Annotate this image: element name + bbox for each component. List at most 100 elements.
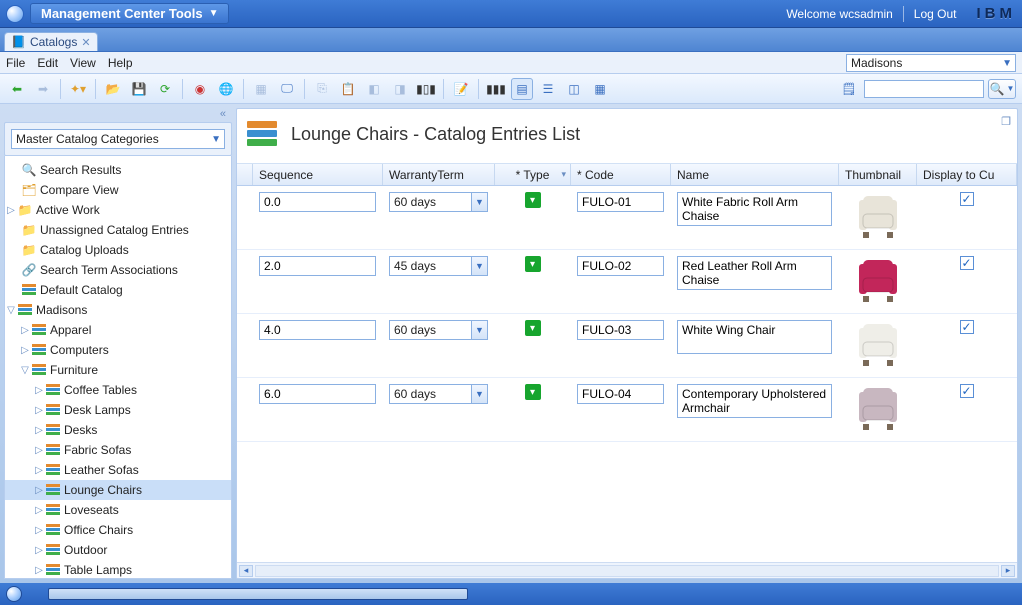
warranty-combo[interactable]: 60 days▼ bbox=[389, 192, 488, 212]
expand-icon[interactable]: ▷ bbox=[33, 445, 45, 456]
table-row[interactable]: 60 days▼▾White Wing Chair✓ bbox=[237, 314, 1017, 378]
barcode-tool-button[interactable]: ▮▯▮ bbox=[415, 78, 437, 100]
column-header-thumbnail[interactable]: Thumbnail bbox=[839, 164, 917, 185]
name-input[interactable]: Red Leather Roll Arm Chaise bbox=[677, 256, 832, 290]
collapse-icon[interactable]: ▽ bbox=[5, 305, 17, 316]
expand-icon[interactable]: ▷ bbox=[33, 385, 45, 396]
expand-icon[interactable]: ▷ bbox=[5, 205, 17, 216]
column-header-name[interactable]: Name bbox=[671, 164, 839, 185]
tree-node-active-work[interactable]: ▷ 📁 Active Work bbox=[5, 200, 231, 220]
name-input[interactable]: Contemporary Upholstered Armchair bbox=[677, 384, 832, 418]
tree-node-desk-lamps[interactable]: ▷ Desk Lamps bbox=[5, 400, 231, 420]
expand-icon[interactable]: ▷ bbox=[33, 465, 45, 476]
scroll-left-icon[interactable]: ◂ bbox=[239, 565, 253, 577]
globe-button[interactable]: 🌐 bbox=[215, 78, 237, 100]
list-view-button[interactable]: ☰ bbox=[537, 78, 559, 100]
tree-node-table-lamps[interactable]: ▷ Table Lamps bbox=[5, 560, 231, 579]
column-header-display[interactable]: Display to Cu bbox=[917, 164, 1017, 185]
logout-link[interactable]: Log Out bbox=[914, 7, 957, 21]
tree-node-search-results[interactable]: 🔍 Search Results bbox=[5, 160, 231, 180]
caret-down-icon[interactable]: ▼ bbox=[471, 321, 487, 339]
search-scope-icon[interactable]: 🗒 bbox=[838, 78, 860, 100]
select-all-button[interactable]: ▦ bbox=[250, 78, 272, 100]
sequence-input[interactable] bbox=[259, 256, 376, 276]
code-input[interactable] bbox=[577, 320, 664, 340]
code-input[interactable] bbox=[577, 256, 664, 276]
tool-b-button[interactable]: ◨ bbox=[389, 78, 411, 100]
tree-node-furniture[interactable]: ▽ Furniture bbox=[5, 360, 231, 380]
warranty-combo[interactable]: 60 days▼ bbox=[389, 320, 488, 340]
expand-icon[interactable]: ▷ bbox=[19, 345, 31, 356]
new-button[interactable]: ✦▾ bbox=[67, 78, 89, 100]
expand-icon[interactable]: ▷ bbox=[33, 545, 45, 556]
paste-button[interactable]: 📋 bbox=[337, 78, 359, 100]
scroll-right-icon[interactable]: ▸ bbox=[1001, 565, 1015, 577]
thumbnail-image[interactable] bbox=[853, 320, 903, 370]
expand-icon[interactable]: ▷ bbox=[33, 525, 45, 536]
properties-button[interactable]: 📝 bbox=[450, 78, 472, 100]
sequence-input[interactable] bbox=[259, 384, 376, 404]
grid-view-button[interactable]: ▦ bbox=[589, 78, 611, 100]
tree-node-office-chairs[interactable]: ▷ Office Chairs bbox=[5, 520, 231, 540]
caret-down-icon[interactable]: ▼ bbox=[471, 257, 487, 275]
row-selector[interactable] bbox=[237, 256, 253, 307]
warranty-combo[interactable]: 45 days▼ bbox=[389, 256, 488, 276]
display-checkbox[interactable]: ✓ bbox=[960, 384, 974, 398]
tree-node-computers[interactable]: ▷ Computers bbox=[5, 340, 231, 360]
table-row[interactable]: 60 days▼▾White Fabric Roll Arm Chaise✓ bbox=[237, 186, 1017, 250]
scroll-track[interactable] bbox=[255, 565, 999, 577]
catalog-filter-combo[interactable]: Master Catalog Categories ▼ bbox=[11, 129, 225, 149]
close-icon[interactable]: ✕ bbox=[81, 36, 90, 49]
tree-node-outdoor[interactable]: ▷ Outdoor bbox=[5, 540, 231, 560]
code-input[interactable] bbox=[577, 384, 664, 404]
menu-view[interactable]: View bbox=[70, 56, 96, 70]
tree-node-compare-view[interactable]: 🗂 Compare View bbox=[5, 180, 231, 200]
tree-node-apparel[interactable]: ▷ Apparel bbox=[5, 320, 231, 340]
caret-down-icon[interactable]: ▼ bbox=[471, 385, 487, 403]
store-selector[interactable]: Madisons ▼ bbox=[846, 54, 1016, 72]
column-header-type[interactable]: * Type▾ bbox=[495, 164, 571, 185]
detail-view-button[interactable]: ▤ bbox=[511, 78, 533, 100]
code-input[interactable] bbox=[577, 192, 664, 212]
horizontal-scrollbar[interactable]: ◂ ▸ bbox=[237, 562, 1017, 578]
name-input[interactable]: White Fabric Roll Arm Chaise bbox=[677, 192, 832, 226]
save-button[interactable]: 💾 bbox=[128, 78, 150, 100]
caret-down-icon[interactable]: ▼ bbox=[471, 193, 487, 211]
maximize-icon[interactable]: ❐ bbox=[1001, 115, 1011, 128]
menu-file[interactable]: File bbox=[6, 56, 25, 70]
expand-icon[interactable]: ▷ bbox=[33, 405, 45, 416]
collapse-icon[interactable]: ▽ bbox=[19, 365, 31, 376]
display-checkbox[interactable]: ✓ bbox=[960, 256, 974, 270]
tree-node-loveseats[interactable]: ▷ Loveseats bbox=[5, 500, 231, 520]
tree-node-unassigned[interactable]: 📁 Unassigned Catalog Entries bbox=[5, 220, 231, 240]
row-selector[interactable] bbox=[237, 384, 253, 435]
expand-icon[interactable]: ▷ bbox=[33, 425, 45, 436]
thumbnail-image[interactable] bbox=[853, 256, 903, 306]
forward-button[interactable]: ➡ bbox=[32, 78, 54, 100]
column-header-sequence[interactable]: Sequence bbox=[253, 164, 383, 185]
tree-node-madisons[interactable]: ▽ Madisons bbox=[5, 300, 231, 320]
barcode-button[interactable]: ▮▮▮ bbox=[485, 78, 507, 100]
tree-node-catalog-uploads[interactable]: 📁 Catalog Uploads bbox=[5, 240, 231, 260]
display-checkbox[interactable]: ✓ bbox=[960, 320, 974, 334]
name-input[interactable]: White Wing Chair bbox=[677, 320, 832, 354]
open-button[interactable]: 📂 bbox=[102, 78, 124, 100]
thumbnail-image[interactable] bbox=[853, 384, 903, 434]
table-row[interactable]: 60 days▼▾Contemporary Upholstered Armcha… bbox=[237, 378, 1017, 442]
back-button[interactable]: ⬅ bbox=[6, 78, 28, 100]
sequence-input[interactable] bbox=[259, 320, 376, 340]
expand-icon[interactable]: ▷ bbox=[19, 325, 31, 336]
refresh-button[interactable]: ⟳ bbox=[154, 78, 176, 100]
row-selector[interactable] bbox=[237, 192, 253, 243]
tree-node-search-term-assoc[interactable]: 🔗 Search Term Associations bbox=[5, 260, 231, 280]
display-checkbox[interactable]: ✓ bbox=[960, 192, 974, 206]
split-view-button[interactable]: ◫ bbox=[563, 78, 585, 100]
tree-node-fabric-sofas[interactable]: ▷ Fabric Sofas bbox=[5, 440, 231, 460]
stop-button[interactable]: ◉ bbox=[189, 78, 211, 100]
column-header-warranty[interactable]: WarrantyTerm bbox=[383, 164, 495, 185]
search-button[interactable]: 🔍▼ bbox=[988, 79, 1016, 99]
management-center-tools-menu[interactable]: Management Center Tools ▼ bbox=[30, 3, 229, 24]
app-tab-catalogs[interactable]: 📘 Catalogs ✕ bbox=[4, 32, 98, 51]
sort-icon[interactable]: ▾ bbox=[561, 169, 566, 180]
tree-node-default-catalog[interactable]: Default Catalog bbox=[5, 280, 231, 300]
